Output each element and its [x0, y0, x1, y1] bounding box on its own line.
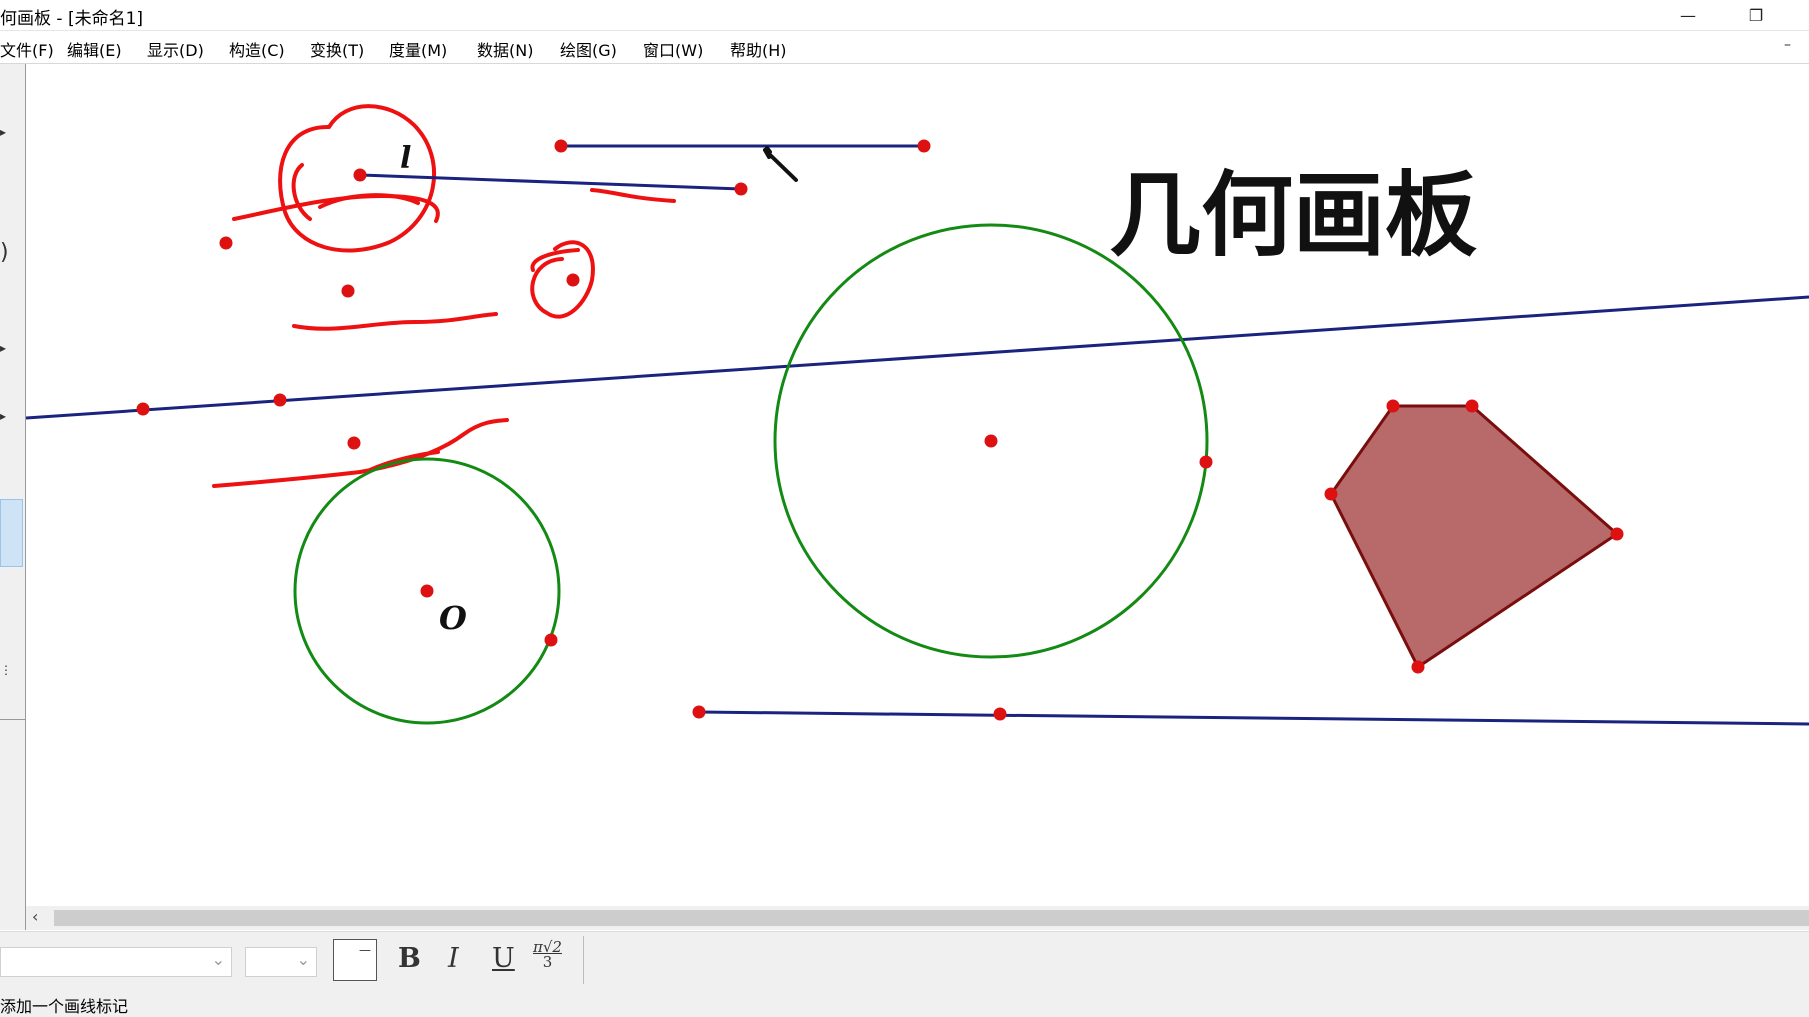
pen-mark-underline-2 — [318, 193, 420, 209]
document-minimize-button[interactable]: – — [1784, 37, 1791, 53]
menu-graph[interactable]: 绘图(G) — [560, 37, 617, 61]
restore-button[interactable]: ❐ — [1733, 0, 1779, 30]
point — [544, 633, 558, 647]
restore-icon: ❐ — [1748, 5, 1764, 25]
menu-window[interactable]: 窗口(W) — [643, 37, 703, 61]
underline-button[interactable]: U — [492, 943, 515, 974]
point — [1465, 399, 1479, 413]
point — [993, 707, 1007, 721]
info-tool-icon[interactable]: ⋮ — [0, 664, 12, 676]
point — [353, 168, 367, 182]
pen-marks — [212, 104, 676, 488]
bold-button[interactable]: B — [398, 943, 421, 974]
circle-center-label-o: O — [439, 599, 467, 637]
text-color-button[interactable]: — — [333, 939, 377, 981]
menu-help[interactable]: 帮助(H) — [730, 37, 787, 61]
point — [219, 236, 233, 250]
pen-mark-dash — [590, 188, 676, 203]
scrollbar-thumb[interactable] — [54, 910, 1809, 926]
chevron-down-icon: ⌄ — [296, 950, 310, 969]
math-format-denominator: 3 — [542, 953, 553, 971]
segment-l — [359, 173, 742, 191]
point — [347, 436, 361, 450]
segment-label-l: l — [400, 141, 411, 176]
point — [1386, 399, 1400, 413]
point — [692, 705, 706, 719]
sketch-canvas[interactable]: l O 几何画板 — [25, 64, 1809, 906]
format-bar-divider — [583, 936, 584, 984]
status-text: 添加一个画线标记 — [0, 997, 129, 1016]
point — [1411, 660, 1425, 674]
pen-mark-hook — [291, 163, 312, 221]
menu-file[interactable]: 文件(F) — [0, 37, 54, 61]
menu-construct[interactable]: 构造(C) — [229, 37, 285, 61]
menu-measure[interactable]: 度量(M) — [389, 37, 447, 61]
math-format-button[interactable]: π√2 3 — [533, 940, 562, 970]
point — [734, 182, 748, 196]
circles — [293, 223, 1209, 725]
minimize-icon: — — [1680, 5, 1696, 25]
menu-edit[interactable]: 编辑(E) — [67, 37, 122, 61]
pen-cursor-icon — [763, 146, 798, 182]
marker-tool-button[interactable] — [0, 499, 23, 567]
long-line — [25, 295, 1809, 420]
point — [1199, 455, 1213, 469]
point — [1324, 487, 1338, 501]
canvas-title-text: 几何画板 — [1109, 161, 1477, 269]
italic-button[interactable]: I — [448, 943, 459, 974]
menu-data[interactable]: 数据(N) — [477, 37, 533, 61]
menu-display[interactable]: 显示(D) — [147, 37, 204, 61]
point — [136, 402, 150, 416]
status-bar: 添加一个画线标记 — [0, 989, 1809, 1017]
lines — [25, 144, 1809, 726]
compass-tool-icon[interactable]: ) — [0, 242, 9, 264]
text-format-bar: ⌄ ⌄ — B I U π√2 3 — [0, 931, 1809, 989]
toolbox-separator — [0, 719, 25, 720]
point — [1610, 527, 1624, 541]
title-bar: 何画板 - [未命名1] — ❐ — [0, 0, 1809, 31]
color-dash-icon: — — [359, 943, 371, 957]
point — [341, 284, 355, 298]
point — [984, 434, 998, 448]
menu-bar: 文件(F) 编辑(E) 显示(D) 构造(C) 变换(T) 度量(M) 数据(N… — [0, 31, 1809, 64]
chevron-down-icon: ⌄ — [211, 950, 225, 969]
point — [554, 139, 568, 153]
bottom-ray — [698, 710, 1809, 726]
sketch-drawing: l O 几何画板 — [25, 104, 1809, 726]
point — [273, 393, 287, 407]
point — [566, 273, 580, 287]
line-tool-icon[interactable]: ▸ — [0, 342, 6, 354]
menu-transform[interactable]: 变换(T) — [310, 37, 364, 61]
point — [420, 584, 434, 598]
point — [917, 139, 931, 153]
polygon-tool-icon[interactable]: ▸ — [0, 410, 6, 422]
toolbox: ▸ ) ▸ ▸ ⋮ — [0, 64, 26, 930]
minimize-button[interactable]: — — [1665, 0, 1711, 30]
window-title: 何画板 - [未命名1] — [0, 9, 144, 29]
scroll-left-icon[interactable]: ‹ — [32, 907, 38, 926]
pen-mark-dash-2 — [292, 312, 498, 331]
font-family-select[interactable]: ⌄ — [0, 947, 232, 977]
horizontal-scrollbar[interactable]: ‹ — [26, 906, 1809, 930]
font-size-select[interactable]: ⌄ — [245, 947, 317, 977]
arrow-tool-icon[interactable]: ▸ — [0, 126, 6, 138]
